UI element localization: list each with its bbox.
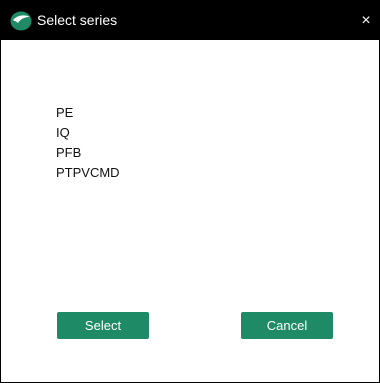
series-item-pfb[interactable]: PFB bbox=[56, 143, 120, 163]
app-logo-icon bbox=[10, 11, 32, 31]
series-list: PE IQ PFB PTPVCMD bbox=[56, 103, 120, 183]
window-title: Select series bbox=[37, 12, 118, 28]
select-button[interactable]: Select bbox=[57, 312, 149, 339]
title-bar[interactable]: Select series × bbox=[1, 1, 379, 40]
series-item-ptpvcmd[interactable]: PTPVCMD bbox=[56, 163, 120, 183]
series-item-iq[interactable]: IQ bbox=[56, 123, 120, 143]
select-series-dialog: Select series × PE IQ PFB PTPVCMD Select… bbox=[0, 0, 380, 383]
series-item-pe[interactable]: PE bbox=[56, 103, 120, 123]
close-button[interactable]: × bbox=[353, 1, 379, 40]
cancel-button[interactable]: Cancel bbox=[241, 312, 333, 339]
